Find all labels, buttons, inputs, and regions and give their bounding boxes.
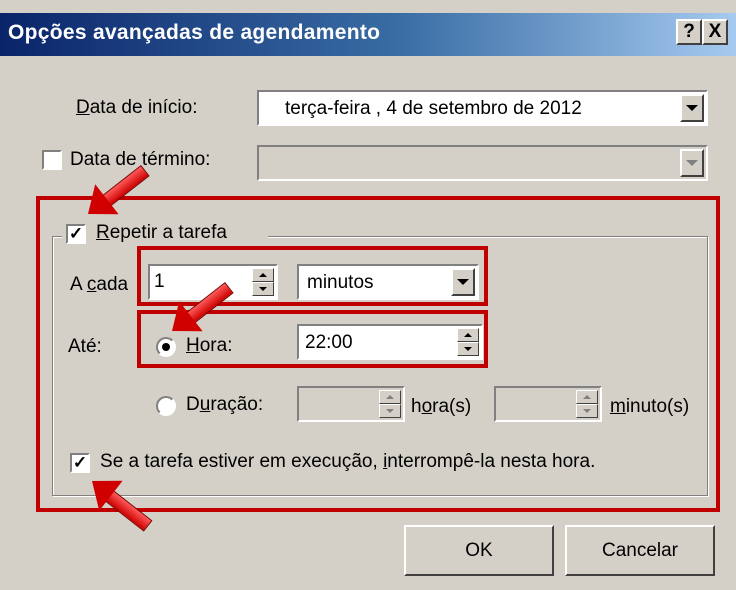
window-title: Opções avançadas de agendamento [8,21,381,44]
start-date-value: terça-feira , 4 de setembro de 2012 [285,98,582,119]
end-date-checkbox[interactable] [42,150,62,170]
start-date-dropdown-icon[interactable] [680,94,704,122]
title-bar: Opções avançadas de agendamento ? X [0,13,736,56]
ok-button[interactable]: OK [404,525,554,576]
close-button[interactable]: X [702,19,728,45]
help-button[interactable]: ? [676,19,702,45]
cancel-button[interactable]: Cancelar [565,525,715,576]
end-date-picker[interactable] [257,145,708,181]
start-date-picker[interactable]: terça-feira , 4 de setembro de 2012 [257,90,708,126]
dialog-window: Opções avançadas de agendamento ? X Data… [0,0,736,590]
start-date-label: Data de início: [76,97,198,118]
end-date-dropdown-icon [680,149,704,177]
highlight-box-interval [137,246,488,306]
